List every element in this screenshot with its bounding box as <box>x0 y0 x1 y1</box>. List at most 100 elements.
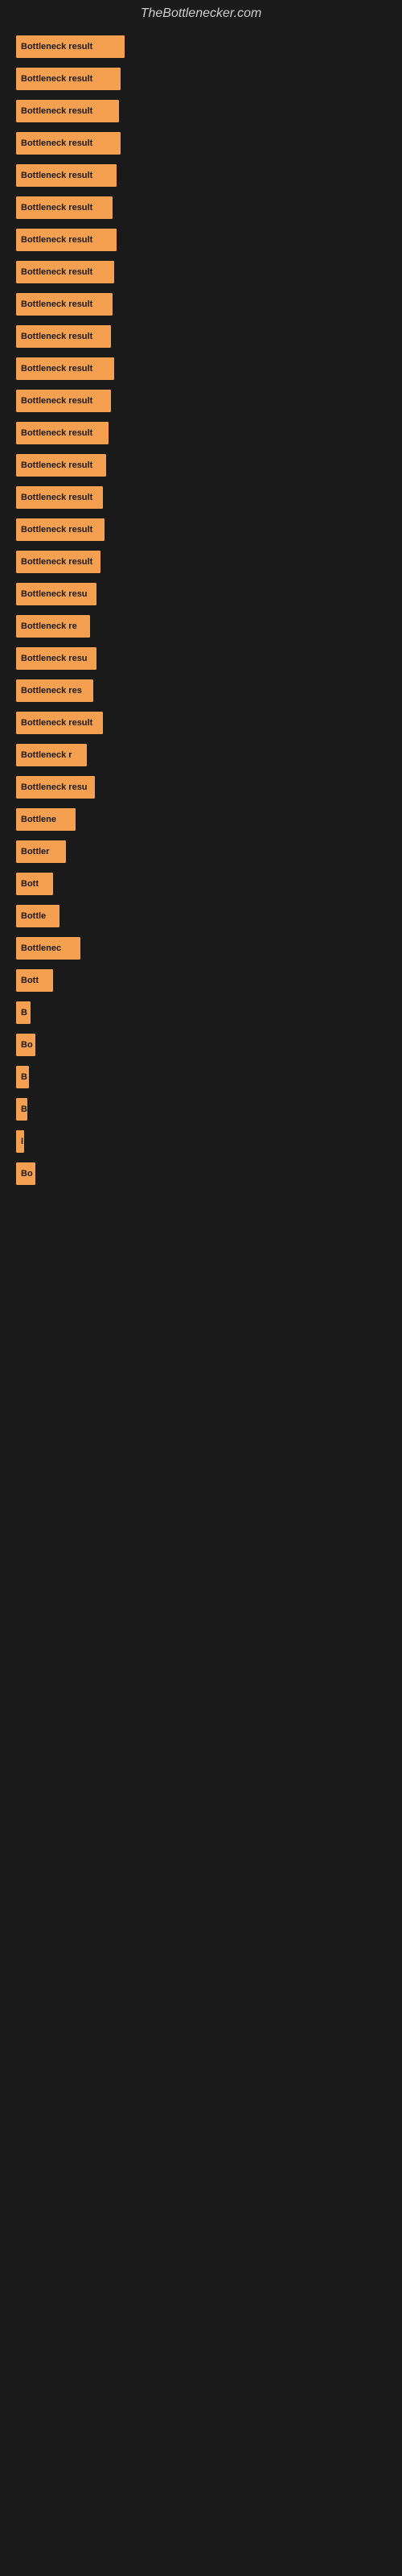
bar-row: Bottleneck result <box>16 35 386 58</box>
bar-label: Bottleneck resu <box>21 589 88 599</box>
bar-label: Bottleneck result <box>21 525 92 535</box>
bar-row: Bo <box>16 1034 386 1056</box>
bottleneck-bar: Bo <box>16 1034 35 1056</box>
bar-label: Bottleneck result <box>21 203 92 213</box>
bar-label: Bottleneck result <box>21 138 92 148</box>
bar-label: Bottleneck resu <box>21 654 88 663</box>
bar-label: I <box>21 1137 23 1146</box>
bar-label: Bottler <box>21 847 49 857</box>
bar-row: Bottleneck resu <box>16 583 386 605</box>
bar-row: Bottleneck res <box>16 679 386 702</box>
bottleneck-bar: Bottleneck resu <box>16 647 96 670</box>
bottleneck-bar: Bottleneck result <box>16 35 125 58</box>
bar-label: Bottleneck resu <box>21 782 88 792</box>
bar-label: Bott <box>21 976 39 985</box>
bar-label: Bottleneck res <box>21 686 82 696</box>
bottleneck-bar: Bottleneck result <box>16 68 121 90</box>
bar-label: Bottleneck result <box>21 364 92 374</box>
bar-label: Bottleneck result <box>21 396 92 406</box>
site-title: TheBottlenecker.com <box>0 0 402 27</box>
bar-label: Bottleneck result <box>21 332 92 341</box>
bar-row: Bottleneck result <box>16 518 386 541</box>
bar-label: Bottleneck result <box>21 235 92 245</box>
bar-label: Bottleneck result <box>21 299 92 309</box>
bar-row: Bottleneck result <box>16 164 386 187</box>
bottleneck-bar: Bottleneck resu <box>16 776 95 799</box>
bar-label: Bottleneck result <box>21 267 92 277</box>
bar-row: Bottleneck result <box>16 132 386 155</box>
bar-row: B <box>16 1001 386 1024</box>
bar-label: Bottleneck result <box>21 74 92 84</box>
bottleneck-bar: Bottleneck resu <box>16 583 96 605</box>
bottleneck-bar: Bottleneck result <box>16 100 119 122</box>
bar-label: Bottleneck result <box>21 171 92 180</box>
bar-row: Bottleneck result <box>16 325 386 348</box>
bar-row: Bottleneck result <box>16 196 386 219</box>
bottleneck-bar: Bottlene <box>16 808 76 831</box>
bar-row: Bottleneck result <box>16 712 386 734</box>
bottleneck-bar: Bottleneck result <box>16 261 114 283</box>
bottleneck-bar: Bottleneck res <box>16 679 93 702</box>
bottleneck-bar: B <box>16 1001 31 1024</box>
bottleneck-bar: Bottleneck result <box>16 518 105 541</box>
bar-row: Bottleneck result <box>16 68 386 90</box>
bottleneck-bar: Bottleneck result <box>16 486 103 509</box>
bottleneck-bar: Bottleneck result <box>16 454 106 477</box>
bar-row: Bottleneck result <box>16 229 386 251</box>
bar-label: Bottleneck result <box>21 428 92 438</box>
bar-label: Bottlene <box>21 815 56 824</box>
bar-row: Bott <box>16 969 386 992</box>
bar-label: Bo <box>21 1169 33 1179</box>
bars-container: Bottleneck result Bottleneck result Bottle… <box>0 27 402 1203</box>
bottleneck-bar: Bottleneck result <box>16 132 121 155</box>
bottleneck-bar: Bottlenec <box>16 937 80 960</box>
bar-row: Bottleneck r <box>16 744 386 766</box>
bar-row: Bottleneck result <box>16 551 386 573</box>
bottleneck-bar: B <box>16 1066 29 1088</box>
bar-row: Bottleneck result <box>16 486 386 509</box>
bar-label: Bottleneck result <box>21 557 92 567</box>
bar-label: B <box>21 1008 27 1018</box>
bottleneck-bar: B <box>16 1098 27 1121</box>
bar-row: B <box>16 1098 386 1121</box>
bar-row: Bottle <box>16 905 386 927</box>
bar-row: B <box>16 1066 386 1088</box>
bar-label: Bottlenec <box>21 943 61 953</box>
bar-row: Bottleneck result <box>16 422 386 444</box>
bottleneck-bar: Bottleneck result <box>16 551 100 573</box>
bar-row: Bottleneck resu <box>16 647 386 670</box>
bar-row: Bottleneck result <box>16 100 386 122</box>
bar-label: Bott <box>21 879 39 889</box>
bar-row: Bottleneck result <box>16 357 386 380</box>
bar-row: Bottlene <box>16 808 386 831</box>
bottleneck-bar: Bott <box>16 969 53 992</box>
bar-label: Bottleneck result <box>21 42 92 52</box>
bottleneck-bar: Bottleneck r <box>16 744 87 766</box>
bar-label: Bottleneck result <box>21 106 92 116</box>
bar-row: Bottleneck result <box>16 293 386 316</box>
bottleneck-bar: Bottler <box>16 840 66 863</box>
bar-row: Bottleneck result <box>16 390 386 412</box>
bar-row: Bottleneck result <box>16 454 386 477</box>
bar-row: Bottlenec <box>16 937 386 960</box>
bottleneck-bar: Bo <box>16 1162 35 1185</box>
bar-row: I <box>16 1130 386 1153</box>
bar-row: Bottler <box>16 840 386 863</box>
bottleneck-bar: Bottleneck result <box>16 196 113 219</box>
bottleneck-bar: Bottleneck result <box>16 357 114 380</box>
bottleneck-bar: Bottleneck result <box>16 422 109 444</box>
bottleneck-bar: I <box>16 1130 24 1153</box>
bottleneck-bar: Bottleneck result <box>16 390 111 412</box>
bar-label: Bottleneck result <box>21 493 92 502</box>
bottleneck-bar: Bottleneck result <box>16 229 117 251</box>
bar-label: Bottleneck result <box>21 460 92 470</box>
bottleneck-bar: Bottleneck result <box>16 164 117 187</box>
bar-label: Bottleneck r <box>21 750 72 760</box>
bar-label: B <box>21 1104 27 1114</box>
bottleneck-bar: Bottleneck result <box>16 293 113 316</box>
bar-label: Bottleneck re <box>21 621 77 631</box>
bar-row: Bottleneck re <box>16 615 386 638</box>
bar-row: Bo <box>16 1162 386 1185</box>
bottleneck-bar: Bottleneck result <box>16 712 103 734</box>
bar-label: Bottleneck result <box>21 718 92 728</box>
